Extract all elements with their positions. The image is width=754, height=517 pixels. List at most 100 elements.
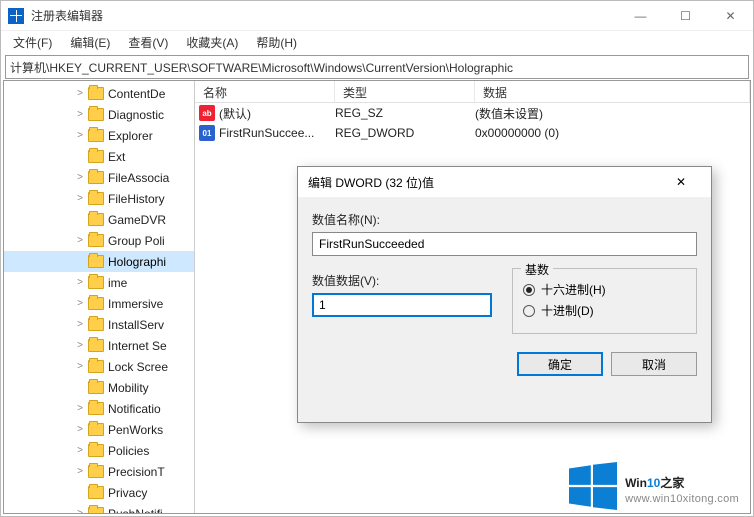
folder-icon xyxy=(88,87,104,100)
edit-dword-dialog: 编辑 DWORD (32 位)值 ✕ 数值名称(N): 数值数据(V): 基数 … xyxy=(297,166,712,423)
value-data: 0x00000000 (0) xyxy=(475,126,559,140)
tree-label: Ext xyxy=(108,150,125,164)
expand-icon[interactable]: > xyxy=(74,277,86,288)
col-data[interactable]: 数据 xyxy=(475,81,750,102)
tree-item[interactable]: Mobility xyxy=(4,377,194,398)
tree-label: Diagnostic xyxy=(108,108,164,122)
folder-icon xyxy=(88,276,104,289)
col-type[interactable]: 类型 xyxy=(335,81,475,102)
tree-label: GameDVR xyxy=(108,213,166,227)
expand-icon[interactable]: > xyxy=(74,235,86,246)
menu-help[interactable]: 帮助(H) xyxy=(248,32,305,53)
folder-icon xyxy=(88,507,104,513)
value-data-label: 数值数据(V): xyxy=(312,272,492,289)
folder-icon xyxy=(88,444,104,457)
tree-label: Notificatio xyxy=(108,402,161,416)
tree-item[interactable]: > PushNotifi xyxy=(4,503,194,513)
expand-icon[interactable]: > xyxy=(74,508,86,513)
expand-icon[interactable]: > xyxy=(74,445,86,456)
menu-view[interactable]: 查看(V) xyxy=(120,32,176,53)
menu-file[interactable]: 文件(F) xyxy=(5,32,60,53)
regedit-icon xyxy=(8,8,24,24)
col-name[interactable]: 名称 xyxy=(195,81,335,102)
folder-icon xyxy=(88,213,104,226)
tree-pane[interactable]: > ContentDe > Diagnostic > Explorer Ext > FileAs… xyxy=(4,81,195,513)
radio-dec[interactable]: 十进制(D) xyxy=(523,302,686,319)
radio-hex[interactable]: 十六进制(H) xyxy=(523,281,686,298)
tree-item[interactable]: >FileHistory xyxy=(4,188,194,209)
tree-label: FileAssocia xyxy=(108,171,169,185)
value-name-label: 数值名称(N): xyxy=(312,211,697,228)
folder-icon xyxy=(88,255,104,268)
tree-item[interactable]: > FileAssocia xyxy=(4,167,194,188)
folder-icon xyxy=(88,297,104,310)
menu-edit[interactable]: 编辑(E) xyxy=(62,32,118,53)
tree-item[interactable]: > ContentDe xyxy=(4,83,194,104)
expand-icon[interactable]: > xyxy=(74,172,86,183)
expand-icon[interactable]: > xyxy=(74,88,86,99)
value-type-icon xyxy=(199,125,215,141)
maximize-button[interactable]: ☐ xyxy=(663,1,708,31)
value-data: (数值未设置) xyxy=(475,105,543,122)
tree-item[interactable]: > PenWorks xyxy=(4,419,194,440)
value-name-input[interactable] xyxy=(312,232,697,256)
base-legend: 基数 xyxy=(521,261,553,278)
tree-label: InstallServ xyxy=(108,318,164,332)
expand-icon[interactable]: > xyxy=(74,340,86,351)
folder-icon xyxy=(88,234,104,247)
dialog-close-button[interactable]: ✕ xyxy=(661,167,701,197)
tree-label: Group Poli xyxy=(108,234,165,248)
base-fieldset: 基数 十六进制(H) 十进制(D) xyxy=(512,268,697,334)
watermark-url: www.win10xitong.com xyxy=(625,493,739,505)
expand-icon[interactable]: > xyxy=(74,403,86,414)
expand-icon[interactable]: > xyxy=(74,130,86,141)
tree-item[interactable]: > Diagnostic xyxy=(4,104,194,125)
folder-icon xyxy=(88,381,104,394)
dialog-title: 编辑 DWORD (32 位)值 xyxy=(308,174,661,191)
tree-label: PushNotifi xyxy=(108,507,163,514)
tree-item[interactable]: > Explorer xyxy=(4,125,194,146)
menu-favorites[interactable]: 收藏夹(A) xyxy=(178,32,246,53)
watermark-brand: Win10之家 xyxy=(625,467,684,493)
address-bar[interactable]: 计算机\HKEY_CURRENT_USER\SOFTWARE\Microsoft… xyxy=(5,55,749,79)
folder-icon xyxy=(88,150,104,163)
window-title: 注册表编辑器 xyxy=(31,7,103,24)
tree-item[interactable]: Holographi xyxy=(4,251,194,272)
expand-icon[interactable]: > xyxy=(74,109,86,120)
tree-item[interactable]: >Lock Scree xyxy=(4,356,194,377)
tree-item[interactable]: > Group Poli xyxy=(4,230,194,251)
close-button[interactable]: ✕ xyxy=(708,1,753,31)
tree-item[interactable]: >Immersive xyxy=(4,293,194,314)
tree-item[interactable]: > Notificatio xyxy=(4,398,194,419)
tree-label: Privacy xyxy=(108,486,147,500)
list-row[interactable]: (默认)REG_SZ(数值未设置) xyxy=(195,103,750,123)
tree-item[interactable]: >Policies xyxy=(4,440,194,461)
tree-item[interactable]: > InstallServ xyxy=(4,314,194,335)
ok-button[interactable]: 确定 xyxy=(517,352,603,376)
expand-icon[interactable]: > xyxy=(74,298,86,309)
tree-label: PenWorks xyxy=(108,423,163,437)
expand-icon[interactable]: > xyxy=(74,319,86,330)
folder-icon xyxy=(88,360,104,373)
tree-item[interactable]: > ime xyxy=(4,272,194,293)
minimize-button[interactable]: — xyxy=(618,1,663,31)
value-name: FirstRunSuccee... xyxy=(219,126,335,140)
tree-item[interactable]: Ext xyxy=(4,146,194,167)
expand-icon[interactable]: > xyxy=(74,361,86,372)
cancel-button[interactable]: 取消 xyxy=(611,352,697,376)
tree-label: ime xyxy=(108,276,127,290)
tree-item[interactable]: Privacy xyxy=(4,482,194,503)
folder-icon xyxy=(88,486,104,499)
tree-label: ContentDe xyxy=(108,87,165,101)
tree-item[interactable]: GameDVR xyxy=(4,209,194,230)
expand-icon[interactable]: > xyxy=(74,193,86,204)
list-row[interactable]: FirstRunSuccee...REG_DWORD0x00000000 (0) xyxy=(195,123,750,143)
tree-label: Explorer xyxy=(108,129,153,143)
tree-item[interactable]: >PrecisionT xyxy=(4,461,194,482)
value-data-input[interactable] xyxy=(312,293,492,317)
folder-icon xyxy=(88,402,104,415)
expand-icon[interactable]: > xyxy=(74,424,86,435)
tree-item[interactable]: >Internet Se xyxy=(4,335,194,356)
expand-icon[interactable]: > xyxy=(74,466,86,477)
tree-label: Mobility xyxy=(108,381,149,395)
